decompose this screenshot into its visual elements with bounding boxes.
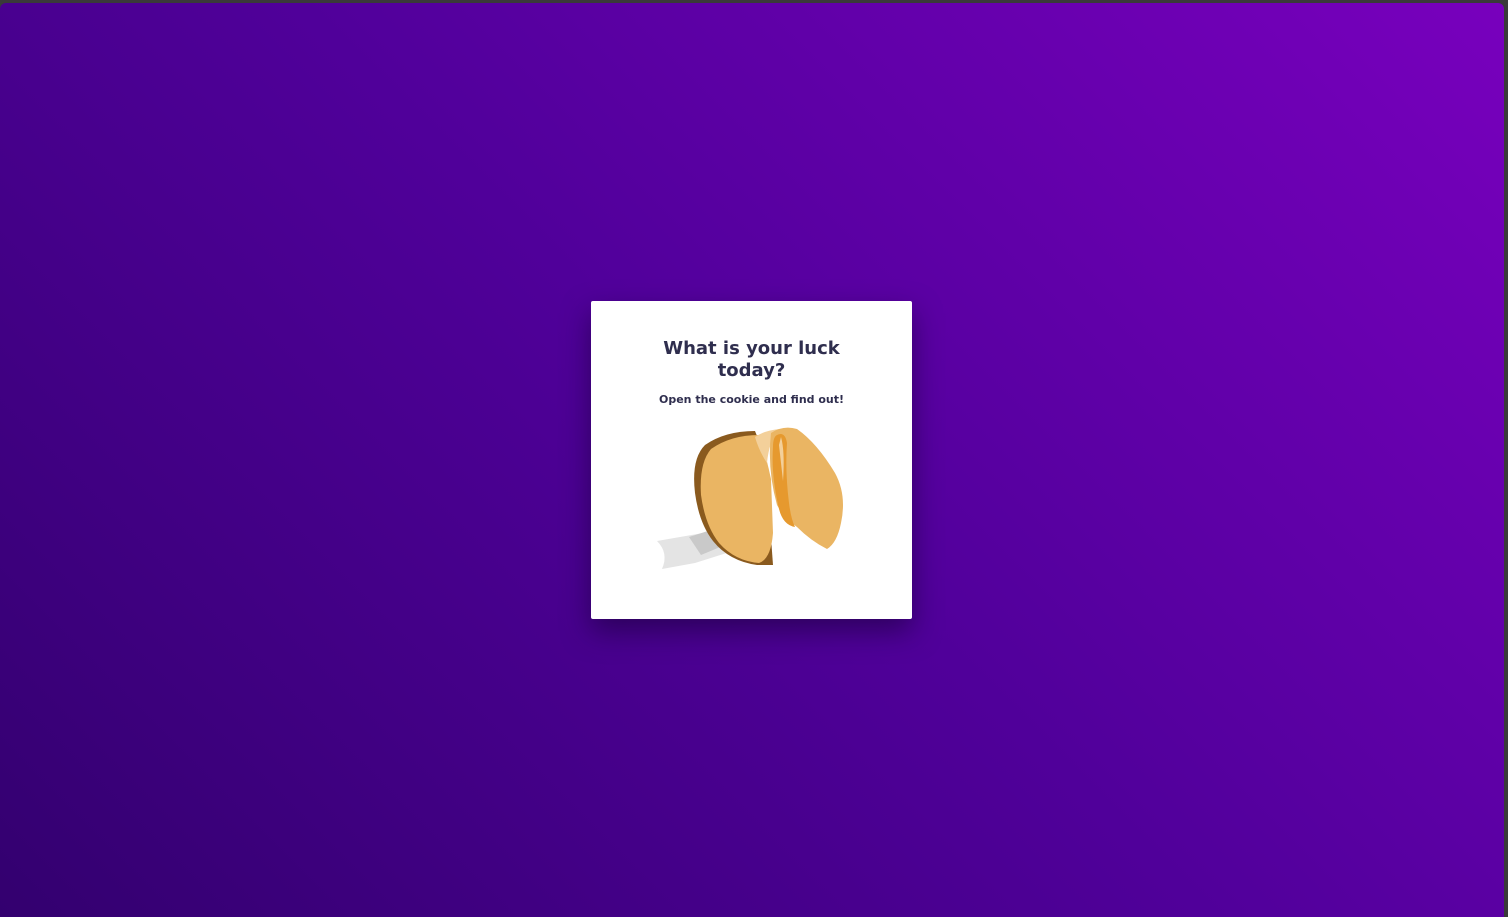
card-subtitle: Open the cookie and find out! <box>658 393 845 406</box>
fortune-card: What is your luck today? Open the cookie… <box>591 301 912 619</box>
fortune-cookie-button[interactable] <box>655 423 849 573</box>
page-background: What is your luck today? Open the cookie… <box>0 3 1504 917</box>
fortune-cookie-icon <box>657 427 843 569</box>
card-title: What is your luck today? <box>663 338 840 381</box>
